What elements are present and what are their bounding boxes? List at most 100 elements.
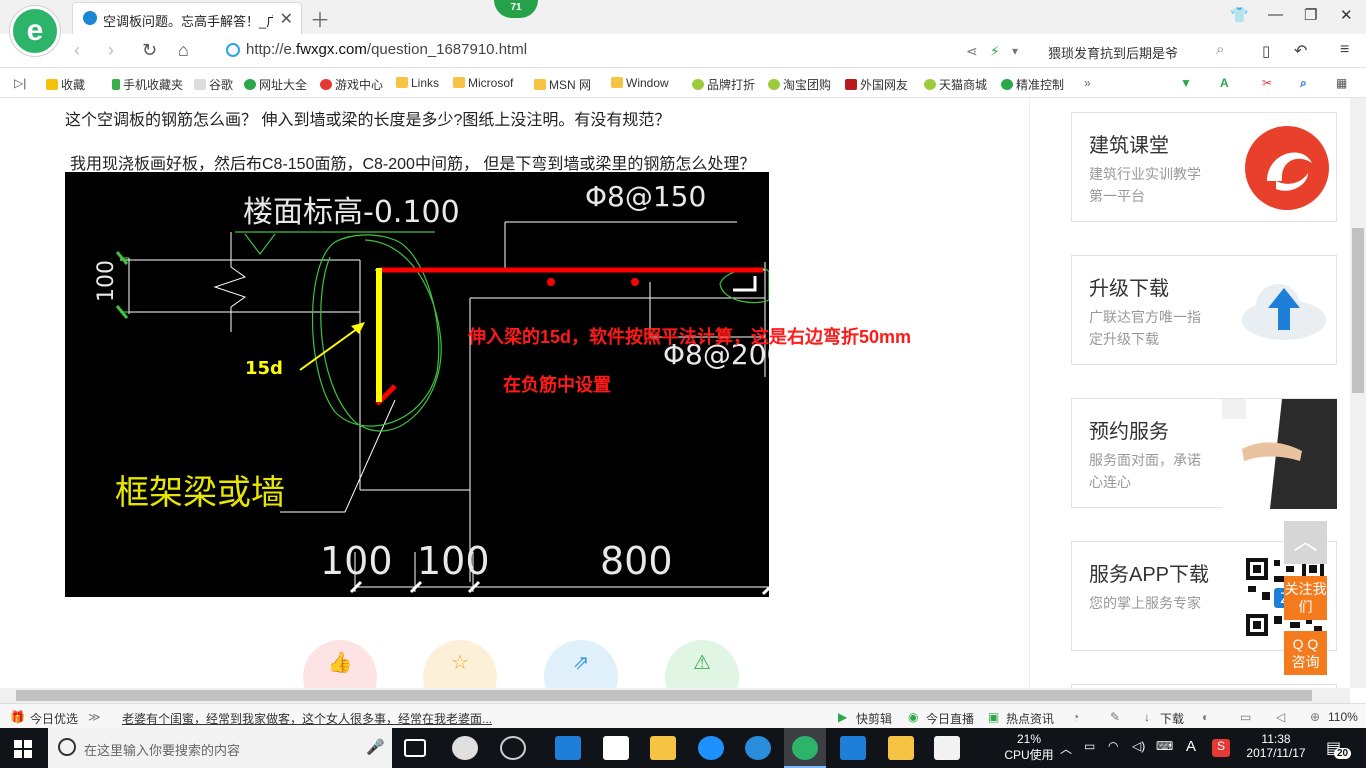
bookmark-item[interactable]: 精准控制: [1001, 76, 1064, 93]
close-tab-icon[interactable]: ✕: [280, 9, 293, 29]
task-view-icon[interactable]: [404, 739, 426, 757]
speed-icon[interactable]: ◔: [1072, 710, 1079, 724]
clock[interactable]: 11:38 2017/11/17: [1240, 732, 1312, 760]
news-ticker-link[interactable]: 老婆有个闺蜜，经常到我家做客，这个女人很多事，经常在我老婆面...: [122, 710, 492, 727]
app-g-icon[interactable]: [745, 736, 771, 760]
card-desc: 建筑行业实训教学第一平台: [1089, 166, 1201, 204]
taskbar-search-input[interactable]: 在这里输入你要搜索的内容 🎤: [48, 728, 392, 768]
bookmark-item[interactable]: 网址大全: [244, 76, 307, 93]
zoom-icon[interactable]: ⊕: [1310, 710, 1320, 724]
hot-news-link[interactable]: 热点资讯: [1006, 710, 1054, 727]
search-box[interactable]: 猥琐发育抗到后期是爷 ⌕: [1040, 40, 1240, 62]
apps-grid-icon[interactable]: ▦: [1336, 76, 1347, 90]
more-bookmarks-icon[interactable]: »: [1084, 76, 1091, 90]
windows-start-icon[interactable]: [14, 740, 32, 758]
menu-icon[interactable]: ≡: [1340, 41, 1349, 59]
card-building-class[interactable]: 建筑课堂 建筑行业实训教学第一平台: [1071, 112, 1337, 222]
home-button[interactable]: ⌂: [178, 40, 189, 61]
today-picks-link[interactable]: 今日优选: [30, 710, 78, 727]
bookmark-item[interactable]: 淘宝团购: [768, 76, 831, 93]
clock-time: 11:38: [1261, 732, 1291, 746]
vertical-scrollbar[interactable]: [1350, 98, 1366, 688]
help-doc-icon[interactable]: [934, 736, 960, 760]
chevron-up-icon[interactable]: ︿: [1060, 740, 1072, 757]
card-upgrade-download[interactable]: 升级下载 广联达官方唯一指定升级下载: [1071, 255, 1337, 365]
bookmark-item[interactable]: 游戏中心: [320, 76, 383, 93]
edge-browser-icon[interactable]: [555, 736, 581, 760]
quick-clip-link[interactable]: 快剪辑: [856, 710, 892, 727]
ime-indicator[interactable]: A: [1186, 738, 1196, 755]
zoom-icon[interactable]: ⌕: [1300, 76, 1307, 91]
taskbar: 在这里输入你要搜索的内容 🎤 21% CPU使用 ︿ ▭ ◠ ◁) ⌨ A S …: [0, 728, 1366, 768]
chevron-down-icon[interactable]: ▾: [1012, 44, 1018, 58]
forward-button[interactable]: ›: [108, 40, 114, 61]
minimize-button[interactable]: —: [1268, 6, 1283, 23]
bookmark-item[interactable]: 品牌打折: [692, 76, 755, 93]
browser-tab[interactable]: 空调板问题。忘高手解答！_广联 ✕: [72, 2, 302, 34]
qq-consult-button[interactable]: Q Q 咨询: [1284, 631, 1327, 675]
star-icon: ☆: [451, 652, 469, 674]
card-desc: 您的掌上服务专家: [1089, 595, 1201, 611]
cpu-percent: 21%: [1016, 732, 1042, 746]
internet-explorer-icon[interactable]: [698, 736, 724, 760]
battery-icon[interactable]: ▭: [1084, 739, 1095, 753]
url-domain: fwxgx.com: [296, 41, 367, 58]
new-tab-button[interactable]: ＋: [310, 4, 330, 33]
tool-icon[interactable]: ✎: [1110, 710, 1120, 724]
gift-icon: 🎁: [10, 710, 25, 724]
search-icon[interactable]: ⌕: [1216, 41, 1224, 58]
file-explorer-icon[interactable]: [650, 736, 676, 760]
app-plus-icon[interactable]: [840, 736, 866, 760]
scroll-thumb[interactable]: [1352, 228, 1364, 393]
bookmark-item[interactable]: 手机收藏夹: [112, 76, 183, 93]
share-icon[interactable]: ⋖: [966, 43, 978, 60]
notes-icon[interactable]: [888, 736, 914, 760]
bookmark-item[interactable]: Links: [396, 76, 439, 90]
sogou-icon[interactable]: S: [1212, 739, 1230, 757]
follow-us-button[interactable]: 关注我们: [1284, 576, 1327, 620]
browser-logo-icon[interactable]: e: [10, 6, 60, 56]
today-live-link[interactable]: 今日直播: [926, 710, 974, 727]
bookmark-item[interactable]: MSN 网: [534, 76, 591, 93]
bookmark-item[interactable]: 谷歌: [194, 76, 233, 93]
horizontal-scrollbar[interactable]: [0, 688, 1350, 703]
back-to-top-button[interactable]: ︿: [1284, 521, 1327, 564]
zoom-level[interactable]: 110%: [1328, 710, 1358, 724]
app-swirl-icon[interactable]: [500, 736, 526, 760]
refresh-button[interactable]: ↻: [142, 40, 157, 61]
phone-icon[interactable]: ▯: [1262, 42, 1270, 60]
volume-icon[interactable]: ◁): [1132, 739, 1145, 753]
lightning-icon[interactable]: ⚡: [990, 43, 1000, 60]
browser-icon[interactable]: ◐: [1202, 710, 1209, 724]
cpu-usage[interactable]: 21% CPU使用: [1004, 732, 1054, 763]
bottom-dim-label: 100: [320, 539, 393, 583]
card-appointment[interactable]: 预约服务 服务面对面，承诺心连心: [1071, 398, 1337, 509]
app-flower-icon[interactable]: [452, 736, 478, 760]
keyboard-icon[interactable]: ⌨: [1156, 739, 1173, 753]
undo-icon[interactable]: ↶: [1294, 41, 1307, 61]
window-icon[interactable]: ▭: [1240, 710, 1251, 724]
expand-icon[interactable]: ≫: [88, 710, 101, 724]
mute-icon[interactable]: ◁: [1276, 710, 1285, 724]
scroll-thumb[interactable]: [16, 690, 1312, 701]
url-field[interactable]: http://e.fwxgx.com/question_1687910.html: [226, 40, 966, 62]
back-button[interactable]: ‹: [74, 40, 80, 61]
scissors-icon[interactable]: ✂: [1262, 76, 1272, 90]
notification-badge[interactable]: 71: [494, 0, 538, 18]
bookmark-item[interactable]: 收藏: [46, 76, 85, 93]
store-icon[interactable]: [603, 736, 629, 760]
bookmark-item[interactable]: Window: [611, 76, 669, 90]
bookmark-item[interactable]: Microsof: [453, 76, 513, 90]
download-link[interactable]: 下载: [1160, 710, 1184, 727]
building-class-logo-icon: [1245, 126, 1329, 210]
translate-icon[interactable]: A: [1220, 76, 1229, 90]
skin-icon[interactable]: 👕: [1230, 6, 1249, 24]
close-window-button[interactable]: ✕: [1340, 6, 1353, 24]
sidebar-toggle-icon[interactable]: ▷|: [14, 76, 26, 90]
wifi-icon[interactable]: ◠: [1108, 739, 1118, 753]
bookmark-item[interactable]: 外国网友: [845, 76, 908, 93]
bookmark-item[interactable]: 天猫商城: [924, 76, 987, 93]
maximize-button[interactable]: ❐: [1304, 6, 1317, 24]
microphone-icon[interactable]: 🎤: [366, 738, 385, 756]
shield-icon[interactable]: ▼: [1180, 76, 1192, 90]
